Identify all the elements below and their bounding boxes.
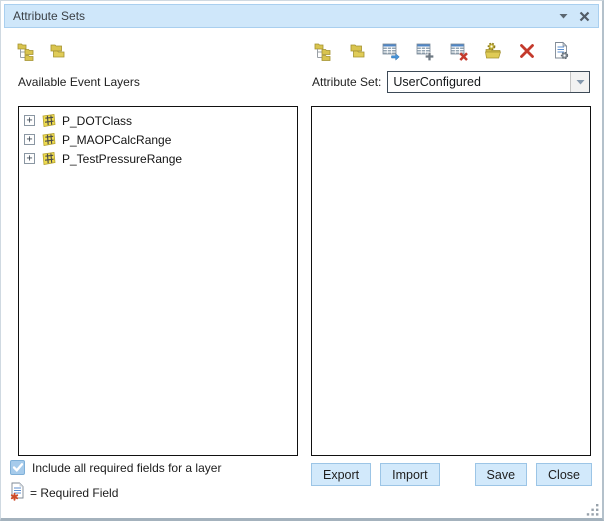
right-toolbar (312, 40, 572, 62)
include-required-fields-row: Include all required fields for a layer (10, 460, 221, 475)
attribute-set-fields-panel (311, 106, 591, 456)
export-button[interactable]: Export (311, 463, 371, 486)
chevron-down-icon[interactable] (559, 13, 568, 19)
attribute-set-value: UserConfigured (388, 72, 570, 92)
left-toolbar (15, 40, 68, 62)
save-button[interactable]: Save (475, 463, 528, 486)
close-button[interactable]: Close (536, 463, 592, 486)
available-event-layers-panel: + P_DOTClass + P_MAOPCalcRange + (18, 106, 298, 456)
add-all-layers-icon[interactable] (346, 40, 368, 62)
buttons-row: Export Import Save Close (311, 463, 592, 486)
required-field-legend-row: = Required Field (9, 482, 118, 504)
expand-plus-icon[interactable]: + (24, 153, 35, 164)
expand-plus-icon[interactable]: + (24, 115, 35, 126)
attribute-set-combobox[interactable]: UserConfigured (387, 71, 590, 93)
include-required-fields-label: Include all required fields for a layer (32, 461, 221, 475)
attribute-sets-dialog: Attribute Sets (0, 0, 604, 521)
tree-item-label: P_MAOPCalcRange (62, 133, 171, 147)
available-event-layers-label: Available Event Layers (18, 75, 140, 89)
resize-grip[interactable] (586, 503, 600, 517)
include-required-fields-checkbox[interactable] (10, 460, 25, 475)
open-table-icon[interactable] (380, 40, 402, 62)
add-all-layers-icon[interactable] (46, 40, 68, 62)
open-attribute-set-folder-icon[interactable] (482, 40, 504, 62)
required-field-icon (9, 482, 25, 504)
titlebar[interactable]: Attribute Sets (4, 4, 599, 28)
titlebar-buttons (559, 11, 590, 22)
attribute-set-row: Attribute Set: UserConfigured (312, 71, 590, 93)
dialog-title: Attribute Sets (13, 9, 85, 23)
add-table-icon[interactable] (414, 40, 436, 62)
add-layer-tree-icon[interactable] (312, 40, 334, 62)
import-button[interactable]: Import (380, 463, 439, 486)
tree-item-p-maopcalcrange[interactable]: + P_MAOPCalcRange (19, 130, 297, 149)
delete-table-icon[interactable] (448, 40, 470, 62)
delete-attribute-set-icon[interactable] (516, 40, 538, 62)
close-icon[interactable] (579, 11, 590, 22)
combobox-dropdown-button[interactable] (570, 72, 589, 92)
tree-item-p-dotclass[interactable]: + P_DOTClass (19, 111, 297, 130)
event-layer-icon (40, 113, 57, 128)
expand-plus-icon[interactable]: + (24, 134, 35, 145)
configure-report-icon[interactable] (550, 40, 572, 62)
event-layer-icon (40, 151, 57, 166)
add-layer-tree-icon[interactable] (15, 40, 37, 62)
required-field-legend-text: = Required Field (30, 486, 118, 500)
tree-item-label: P_TestPressureRange (62, 152, 182, 166)
tree-item-p-testpressurerange[interactable]: + P_TestPressureRange (19, 149, 297, 168)
event-layer-icon (40, 132, 57, 147)
tree-item-label: P_DOTClass (62, 114, 132, 128)
attribute-set-label: Attribute Set: (312, 75, 381, 89)
